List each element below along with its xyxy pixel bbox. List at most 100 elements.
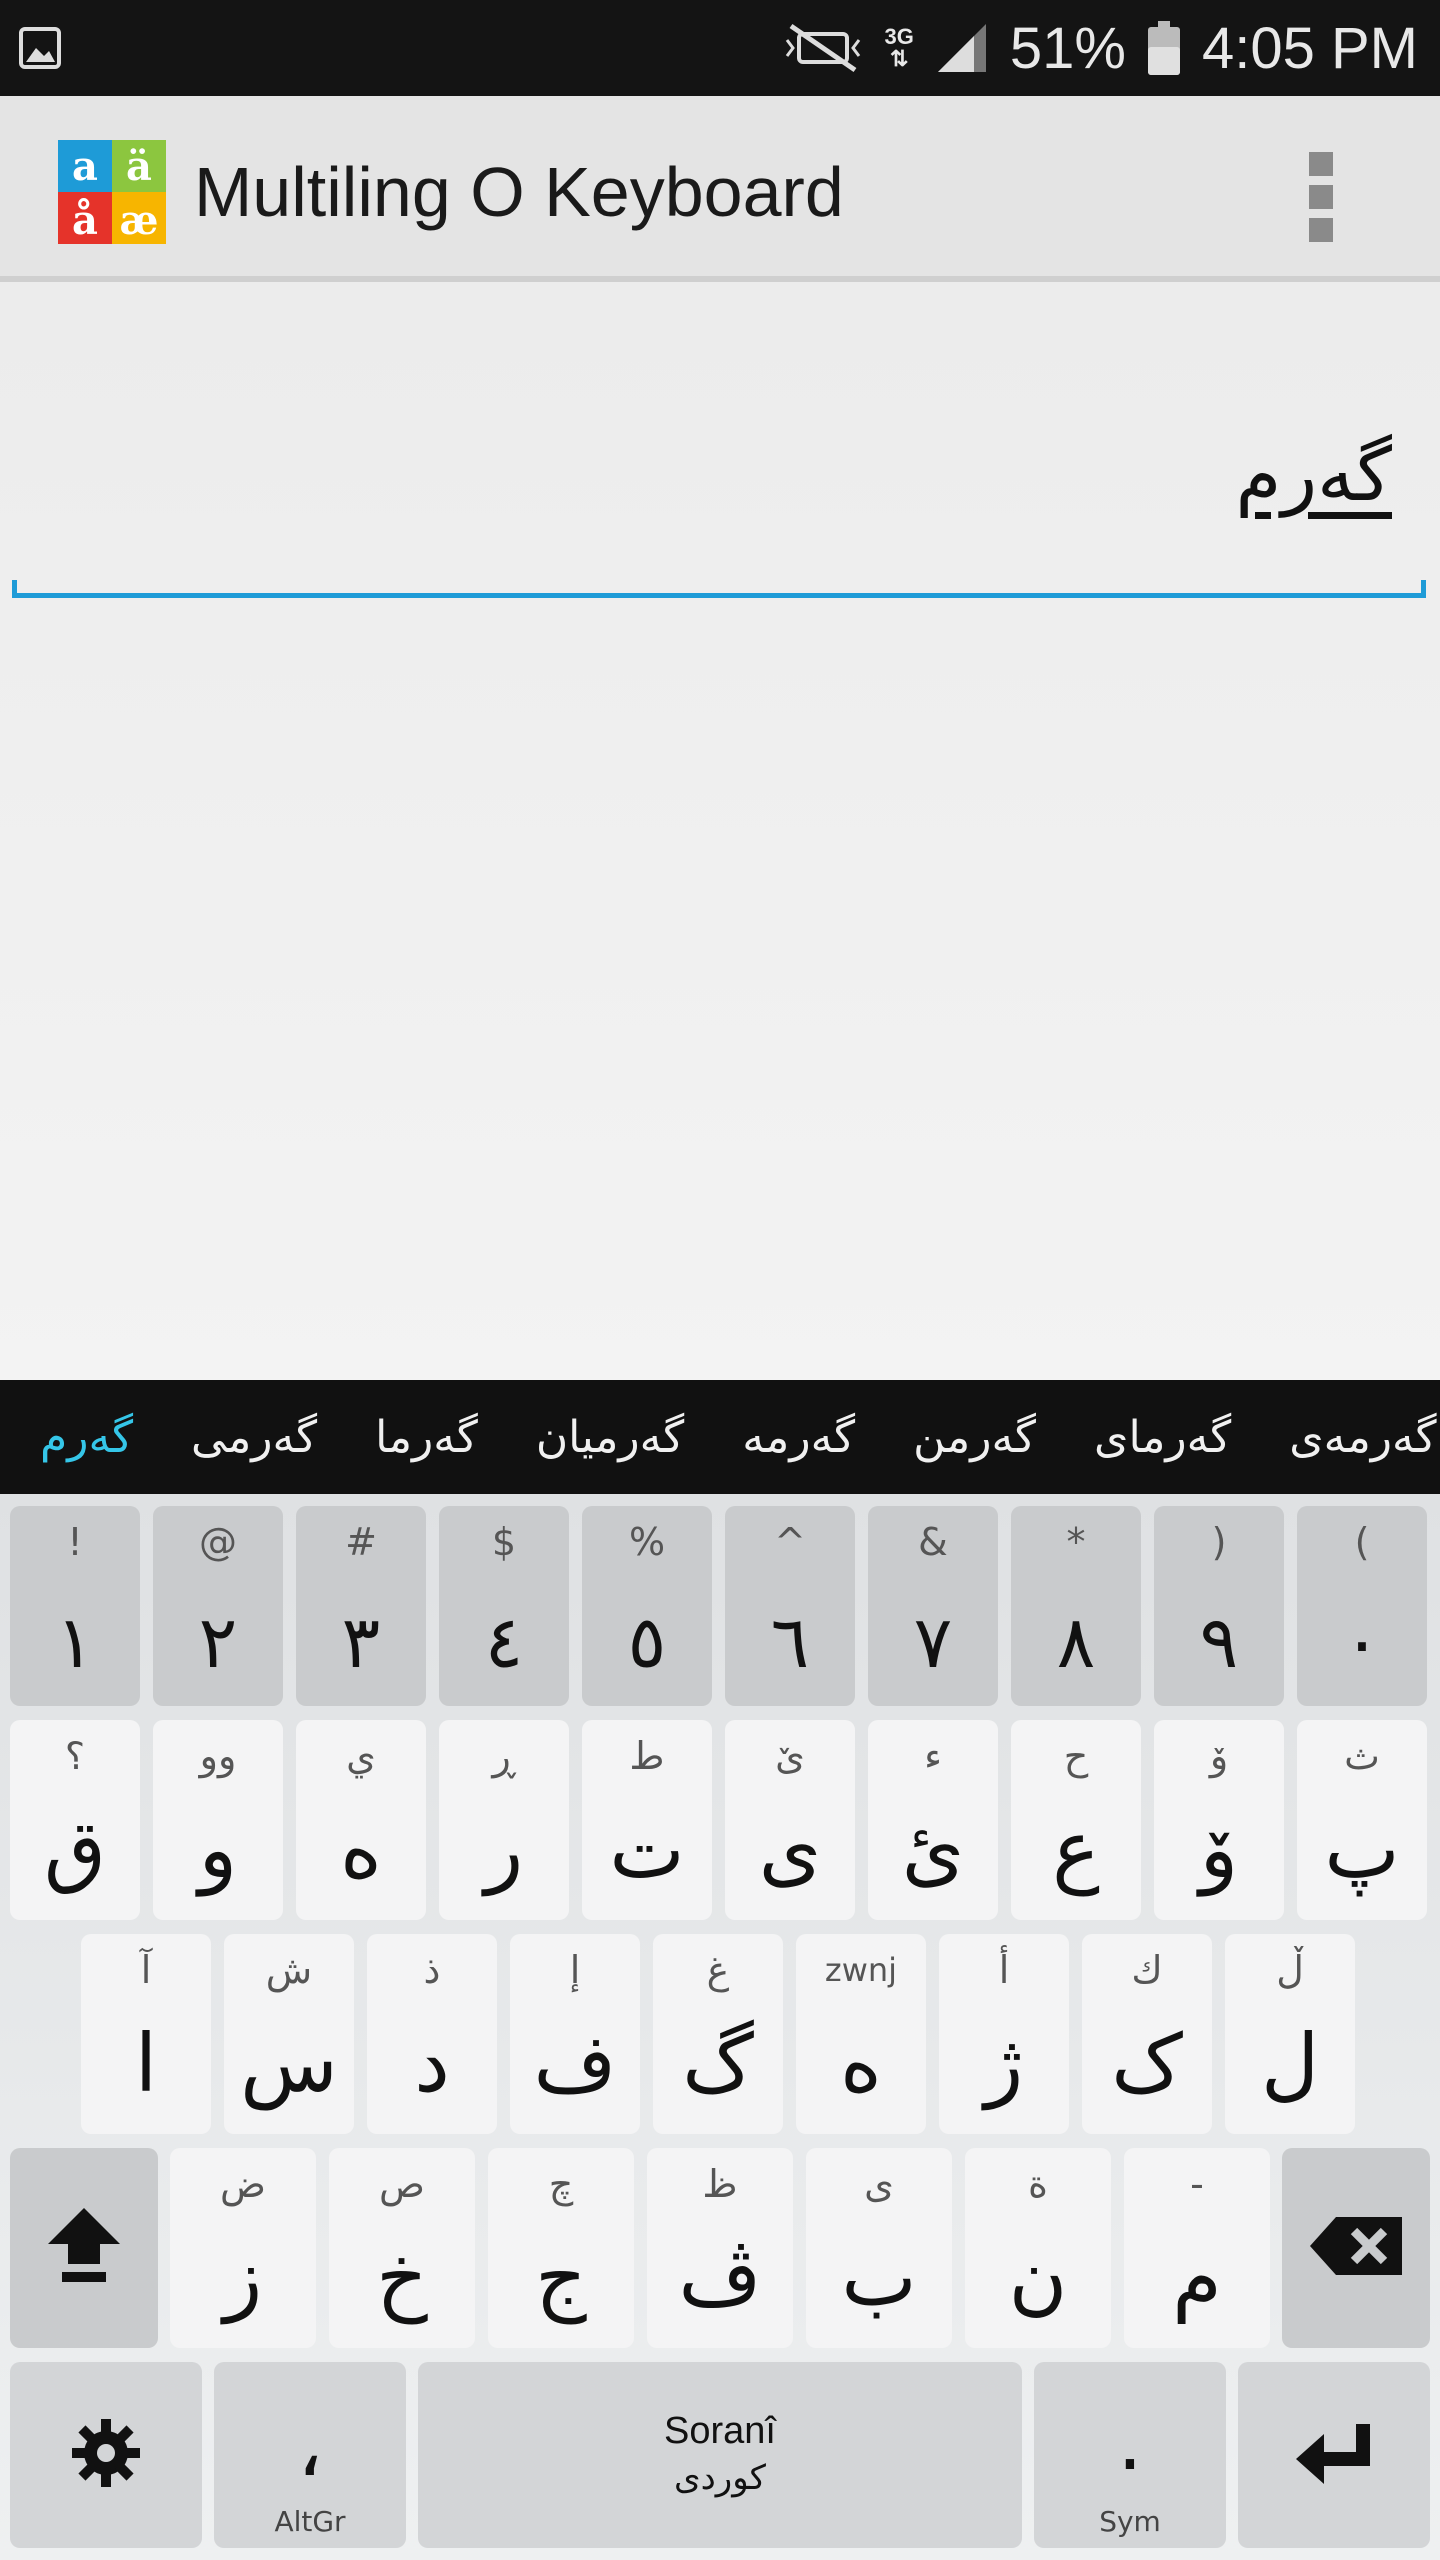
key-letter[interactable]: ڕ ر — [439, 1720, 569, 1920]
suggestion-bar: گەرم گەرمی گەرما گەرمیان گەرمە گەرمن گەر… — [0, 1380, 1440, 1494]
period-key[interactable]: . Sym — [1034, 2362, 1226, 2548]
suggestion-item[interactable]: گەرمن — [913, 1412, 1036, 1463]
key-label: ن — [1008, 2231, 1068, 2324]
comma-key[interactable]: ، AltGr — [214, 2362, 406, 2548]
key-letter[interactable]: ڵ ل — [1225, 1934, 1355, 2134]
backspace-key[interactable] — [1282, 2148, 1430, 2348]
key-hint: وو — [199, 1734, 237, 1778]
clock: 4:05 PM — [1202, 15, 1418, 81]
text-input[interactable]: گەرم — [12, 322, 1426, 598]
key-letter[interactable]: وو و — [153, 1720, 283, 1920]
key-label: ه — [840, 2017, 882, 2110]
key-hint: ح — [1063, 1734, 1089, 1778]
suggestion-item[interactable]: گەرم — [40, 1412, 133, 1463]
key-9[interactable]: ) ٩ — [1154, 1506, 1284, 1706]
key-hint: غ — [706, 1948, 730, 1992]
key-8[interactable]: * ٨ — [1011, 1506, 1141, 1706]
key-label: د — [414, 2017, 450, 2110]
key-letter[interactable]: ذ د — [367, 1934, 497, 2134]
key-label: ی — [758, 1803, 822, 1896]
key-hint: ث — [1344, 1734, 1380, 1778]
language-label: Soranî — [664, 2410, 776, 2452]
key-letter[interactable]: آ ا — [81, 1934, 211, 2134]
key-label: ٧ — [913, 1600, 953, 1684]
key-letter[interactable]: ى ب — [806, 2148, 952, 2348]
key-hint: ص — [379, 2162, 425, 2206]
suggestion-item[interactable]: گەرمە — [742, 1412, 855, 1463]
key-letter[interactable]: ث پ — [1297, 1720, 1427, 1920]
key-letter[interactable]: ء ئ — [868, 1720, 998, 1920]
key-letter[interactable]: ش س — [224, 1934, 354, 2134]
key-2[interactable]: @ ٢ — [153, 1506, 283, 1706]
mute-icon — [783, 20, 863, 76]
key-letter[interactable]: ظ ڤ — [647, 2148, 793, 2348]
key-letter[interactable]: zwnj ه — [796, 1934, 926, 2134]
key-label: ج — [535, 2231, 587, 2324]
key-hint: ة — [1028, 2162, 1048, 2206]
key-label: ٠ — [1342, 1600, 1382, 1684]
key-label: ع — [1052, 1803, 1100, 1896]
key-letter[interactable]: ي ە — [296, 1720, 426, 1920]
app-title: Multiling O Keyboard — [194, 153, 844, 231]
key-letter[interactable]: ك ک — [1082, 1934, 1212, 2134]
key-letter[interactable]: چ ج — [488, 2148, 634, 2348]
key-hint: % — [628, 1520, 666, 1564]
shift-key[interactable] — [10, 2148, 158, 2348]
key-label: پ — [1324, 1803, 1400, 1896]
key-label: ٣ — [341, 1600, 381, 1684]
key-1[interactable]: ! ١ — [10, 1506, 140, 1706]
key-label: ٤ — [484, 1600, 524, 1684]
key-letter[interactable]: ح ع — [1011, 1720, 1141, 1920]
key-6[interactable]: ^ ٦ — [725, 1506, 855, 1706]
key-letter[interactable]: ص خ — [329, 2148, 475, 2348]
key-5[interactable]: % ٥ — [582, 1506, 712, 1706]
gear-icon — [70, 2417, 142, 2493]
key-0[interactable]: ( ٠ — [1297, 1506, 1427, 1706]
key-3[interactable]: # ٣ — [296, 1506, 426, 1706]
key-label: ٥ — [627, 1600, 667, 1684]
key-label: ژ — [984, 2017, 1024, 2110]
key-hint: چ — [548, 2162, 574, 2206]
key-label: ف — [533, 2017, 617, 2110]
suggestion-item[interactable]: گەرما — [375, 1412, 478, 1463]
enter-key[interactable] — [1238, 2362, 1430, 2548]
key-hint: ى — [864, 2162, 894, 2206]
key-hint: ش — [265, 1948, 313, 1992]
key-hint: ط — [629, 1734, 665, 1778]
key-hint: - — [1190, 2162, 1204, 2206]
key-7[interactable]: & ٧ — [868, 1506, 998, 1706]
suggestion-item[interactable]: گەرمای — [1094, 1412, 1231, 1463]
suggestion-item[interactable]: گەرمیان — [536, 1412, 684, 1463]
overflow-menu-icon[interactable] — [1306, 152, 1336, 242]
key-letter[interactable]: غ گ — [653, 1934, 783, 2134]
key-hint: ؟ — [64, 1734, 86, 1778]
key-4[interactable]: $ ٤ — [439, 1506, 569, 1706]
settings-key[interactable] — [10, 2362, 202, 2548]
key-letter[interactable]: ط ت — [582, 1720, 712, 1920]
suggestion-item[interactable]: گەرمەی — [1289, 1412, 1436, 1463]
image-icon — [18, 26, 62, 70]
key-letter[interactable]: ض ز — [170, 2148, 316, 2348]
key-letter[interactable]: ۆ ۆ — [1154, 1720, 1284, 1920]
key-label: ب — [841, 2231, 917, 2324]
status-bar: 3G ⇅ 51% 4:05 PM — [0, 0, 1440, 96]
key-hint: آ — [140, 1948, 152, 1992]
key-hint: ض — [220, 2162, 266, 2206]
key-letter[interactable]: أ ژ — [939, 1934, 1069, 2134]
key-label: ١ — [55, 1600, 95, 1684]
signal-icon — [936, 22, 988, 74]
key-letter[interactable]: ؟ ق — [10, 1720, 140, 1920]
key-letter[interactable]: ة ن — [965, 2148, 1111, 2348]
space-key[interactable]: Soranî کوردی — [418, 2362, 1022, 2548]
suggestion-item[interactable]: گەرمی — [191, 1412, 317, 1463]
battery-percent: 51% — [1009, 15, 1126, 81]
key-hint: # — [345, 1520, 377, 1564]
key-letter[interactable]: - م — [1124, 2148, 1270, 2348]
key-label: ٨ — [1056, 1600, 1096, 1684]
app-bar: a ä å æ Multiling O Keyboard — [0, 96, 1440, 282]
key-letter[interactable]: ێ ی — [725, 1720, 855, 1920]
svg-text:å: å — [72, 197, 98, 244]
key-letter[interactable]: إ ف — [510, 1934, 640, 2134]
key-hint: ) — [1211, 1520, 1227, 1564]
key-label: گ — [682, 2017, 754, 2110]
